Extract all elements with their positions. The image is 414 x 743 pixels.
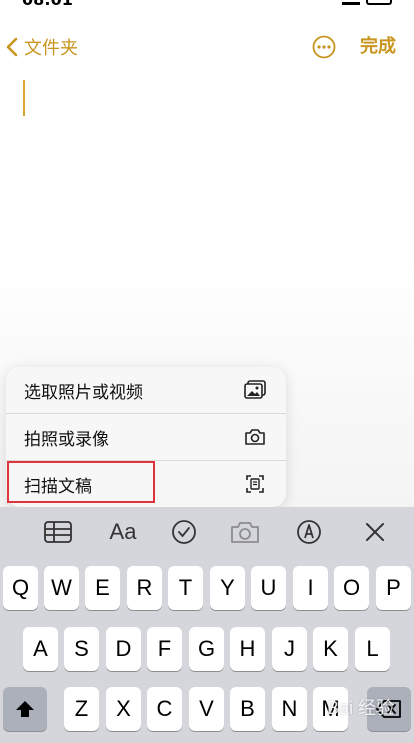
table-button[interactable] [43, 518, 73, 546]
highlight-box [7, 461, 155, 503]
key-z[interactable]: Z [64, 687, 99, 731]
key-s[interactable]: S [64, 627, 99, 671]
key-u[interactable]: U [251, 566, 286, 610]
camera-icon [245, 429, 265, 445]
camera-button[interactable] [230, 518, 260, 546]
key-i[interactable]: I [293, 566, 328, 610]
key-a[interactable]: A [23, 627, 58, 671]
key-r[interactable]: R [127, 566, 162, 610]
menu-item-choose-photo[interactable]: 选取照片或视频 [6, 367, 286, 413]
document-scan-icon [246, 475, 264, 493]
key-w[interactable]: W [44, 566, 79, 610]
shift-icon [16, 701, 34, 717]
done-button[interactable]: 完成 [360, 34, 396, 60]
status-icons [342, 0, 392, 5]
key-v[interactable]: V [189, 687, 224, 731]
key-d[interactable]: D [106, 627, 141, 671]
key-c[interactable]: C [147, 687, 182, 731]
key-g[interactable]: G [189, 627, 224, 671]
menu-item-take-photo[interactable]: 拍照或录像 [6, 414, 286, 460]
photo-library-icon [244, 380, 266, 399]
shift-key[interactable] [3, 687, 47, 731]
key-n[interactable]: N [272, 687, 307, 731]
key-o[interactable]: O [334, 566, 369, 610]
table-icon [44, 521, 72, 543]
key-y[interactable]: Y [210, 566, 245, 610]
key-l[interactable]: L [355, 627, 390, 671]
text-cursor [23, 80, 25, 116]
key-p[interactable]: P [376, 566, 411, 610]
ellipsis-circle-icon [312, 35, 336, 59]
key-j[interactable]: J [272, 627, 307, 671]
markup-icon [297, 520, 321, 544]
close-icon [366, 523, 384, 541]
key-q[interactable]: Q [3, 566, 38, 610]
key-h[interactable]: H [230, 627, 265, 671]
checklist-button[interactable] [169, 518, 199, 546]
chevron-left-icon [6, 37, 18, 57]
battery-icon [366, 0, 392, 5]
more-button[interactable] [312, 35, 336, 59]
menu-item-label: 拍照或录像 [24, 429, 109, 450]
markup-button[interactable] [294, 518, 324, 546]
key-f[interactable]: F [147, 627, 182, 671]
key-b[interactable]: B [230, 687, 265, 731]
menu-item-label: 选取照片或视频 [24, 382, 143, 403]
key-k[interactable]: K [313, 627, 348, 671]
watermark: Bai 经验 [326, 698, 394, 718]
key-x[interactable]: X [106, 687, 141, 731]
key-t[interactable]: T [168, 566, 203, 610]
back-button[interactable]: 文件夹 [6, 34, 78, 60]
format-button[interactable]: Aa [108, 518, 138, 546]
close-keyboard-button[interactable] [360, 518, 390, 546]
signal-icon [342, 0, 360, 5]
key-e[interactable]: E [85, 566, 120, 610]
camera-icon [231, 522, 259, 543]
checklist-icon [172, 520, 196, 544]
back-label: 文件夹 [24, 38, 78, 59]
keyboard-toolbar: Aa [0, 507, 414, 557]
status-time: 08:01 [22, 0, 73, 9]
